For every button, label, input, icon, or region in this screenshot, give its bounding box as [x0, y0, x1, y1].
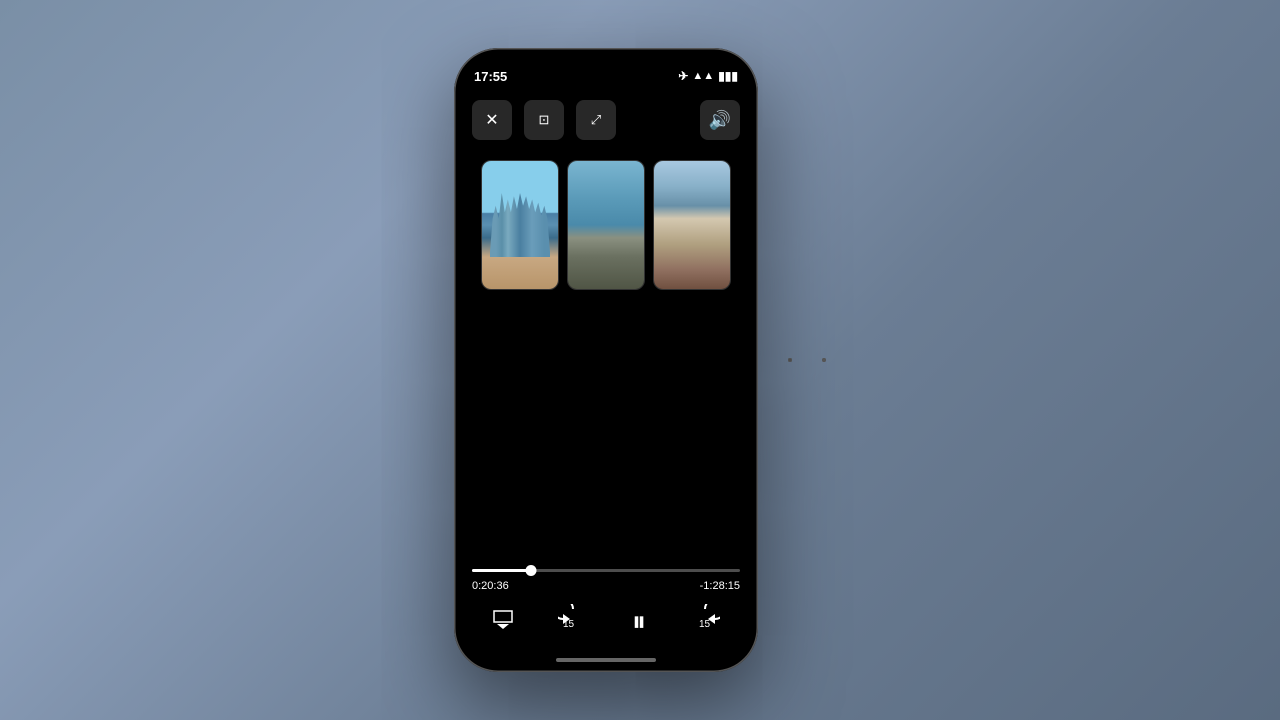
status-time-1: 17:55 [474, 69, 507, 84]
phone3: 17:58 ✈ ▲▲ ▮▮▮ キャンセル ツイートする ピクチャインピクチャの使… [822, 358, 826, 362]
expand-button[interactable]: ⤢ [576, 100, 616, 140]
time-remaining: -1:28:15 [700, 580, 740, 592]
video-controls-top: ✕ ⊡ ⤢ 🔊 [456, 100, 756, 140]
close-button[interactable]: ✕ [472, 100, 512, 140]
progress-dot [525, 565, 536, 576]
progress-bar[interactable] [472, 569, 740, 572]
notch1 [546, 50, 666, 76]
pip-button[interactable]: ⊡ [524, 100, 564, 140]
rewind-button[interactable]: 15 [558, 604, 588, 640]
progress-fill [472, 569, 531, 572]
thumbnail-3[interactable] [653, 160, 731, 290]
phone1: 17:55 ✈ ▲▲ ▮▮▮ ✕ ⊡ ⤢ 🔊 [454, 48, 758, 672]
time-current: 0:20:36 [472, 580, 509, 592]
video-bottom: 0:20:36 -1:28:15 15 ⏸ [456, 569, 756, 640]
volume-button[interactable]: 🔊 [700, 100, 740, 140]
forward-button[interactable]: 15 [690, 604, 720, 640]
pause-button[interactable]: ⏸ [632, 606, 646, 639]
status-icons-1: ✈ ▲▲ ▮▮▮ [678, 69, 738, 83]
video-thumbnails [456, 160, 756, 290]
thumbnail-2[interactable] [567, 160, 645, 290]
airplay-button[interactable] [492, 608, 514, 636]
time-row: 0:20:36 -1:28:15 [472, 580, 740, 592]
svg-text:15: 15 [699, 619, 711, 630]
phone2: 17:55 ✈ ▲▲ ▮▮▮ FaceTime 日 20 [788, 358, 792, 362]
playback-controls: 15 ⏸ 15 [472, 604, 740, 640]
home-indicator [556, 658, 656, 662]
thumbnail-1[interactable] [481, 160, 559, 290]
